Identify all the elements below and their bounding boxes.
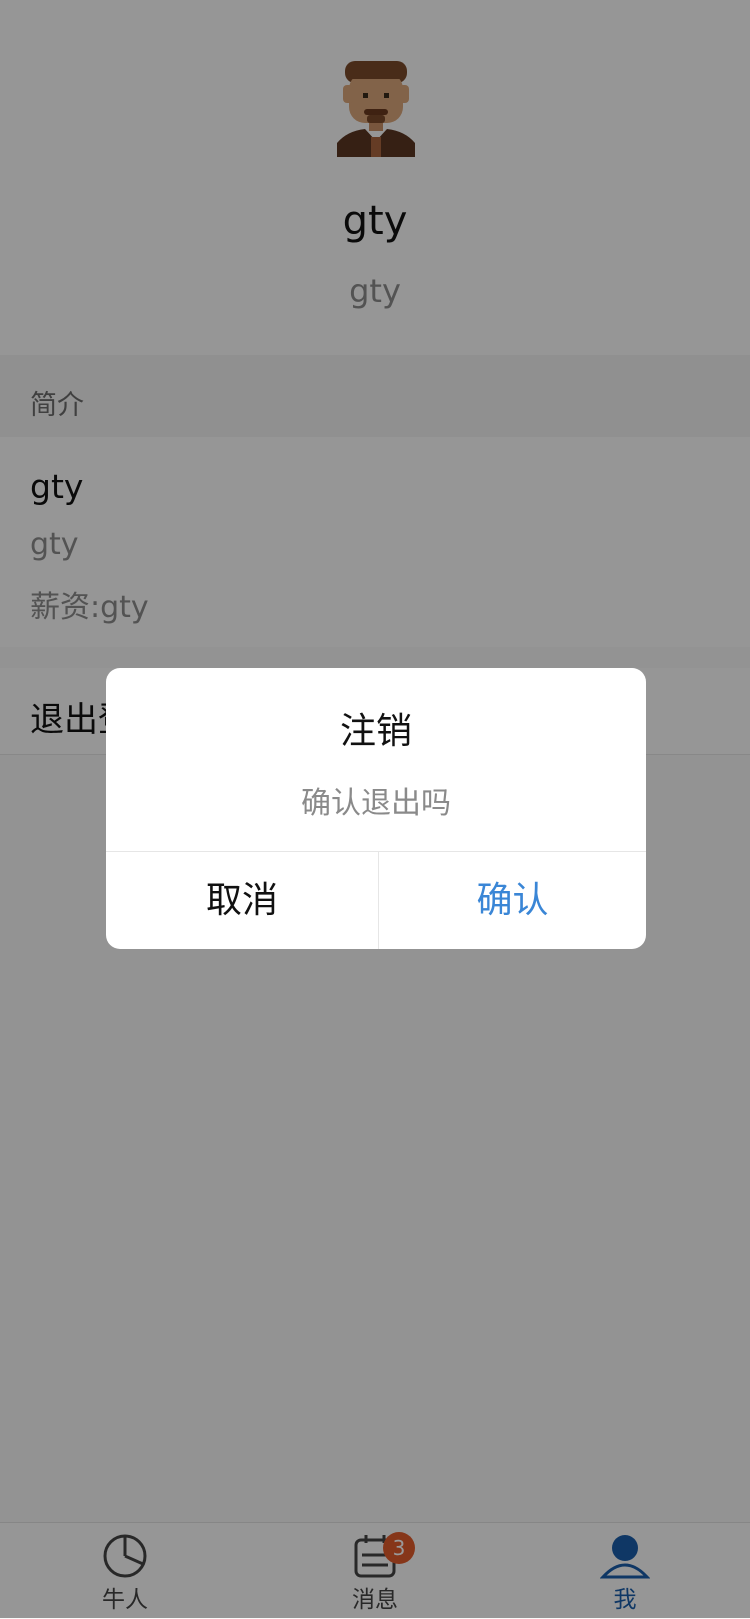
logout-confirm-dialog: 注销 确认退出吗 取消 确认 <box>106 668 646 949</box>
dialog-message: 确认退出吗 <box>301 786 451 821</box>
cancel-button[interactable]: 取消 <box>106 852 378 949</box>
dialog-title: 注销 <box>339 711 412 752</box>
confirm-button[interactable]: 确认 <box>379 852 646 949</box>
